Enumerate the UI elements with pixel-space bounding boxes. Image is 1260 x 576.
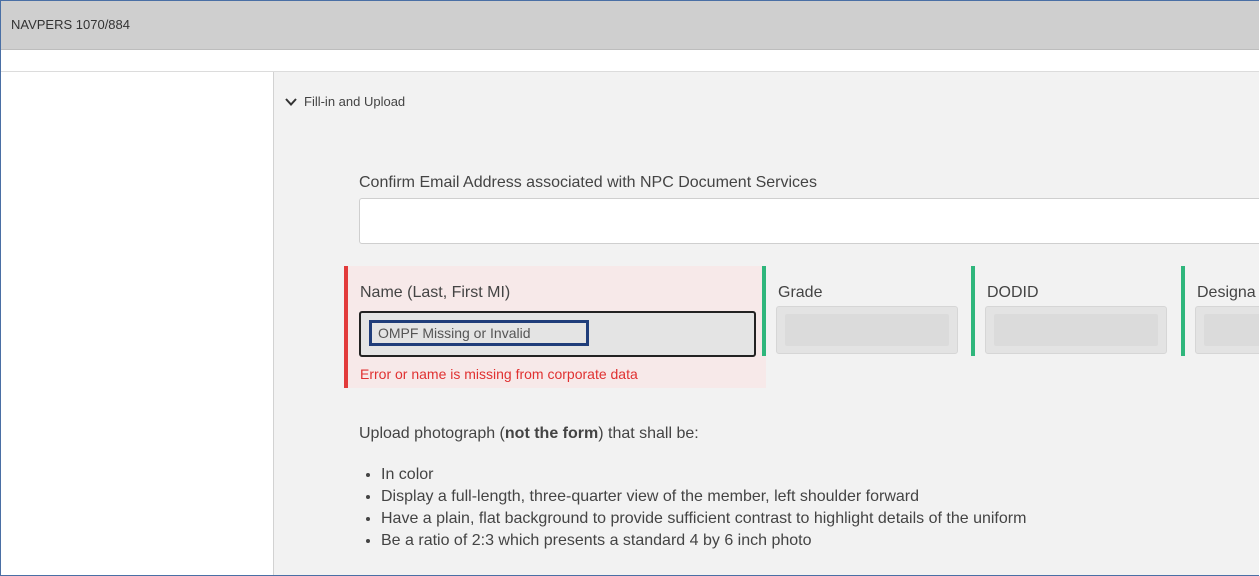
name-field-group: Name (Last, First MI) OMPF Missing or In… bbox=[344, 266, 766, 388]
designator-field-group: Designa bbox=[1181, 266, 1259, 356]
grade-label: Grade bbox=[778, 284, 823, 301]
upload-emphasis: not the form bbox=[504, 425, 599, 442]
name-input[interactable]: OMPF Missing or Invalid bbox=[359, 311, 756, 357]
list-item: Be a ratio of 2:3 which presents a stand… bbox=[381, 530, 1026, 552]
name-error-message: Error or name is missing from corporate … bbox=[360, 366, 638, 382]
photo-requirements-list: In color Display a full-length, three-qu… bbox=[359, 464, 1026, 552]
left-panel bbox=[1, 72, 274, 575]
designator-input[interactable] bbox=[1195, 306, 1259, 354]
toolbar-spacer bbox=[1, 50, 1259, 72]
name-value-highlight: OMPF Missing or Invalid bbox=[369, 320, 589, 346]
grade-field-group: Grade bbox=[762, 266, 958, 356]
grade-input[interactable] bbox=[776, 306, 958, 354]
app-frame: NAVPERS 1070/884 Fill-in and Upload Conf… bbox=[0, 0, 1259, 576]
list-item: In color bbox=[381, 464, 1026, 486]
dodid-field-group: DODID bbox=[971, 266, 1167, 356]
name-label: Name (Last, First MI) bbox=[360, 284, 511, 301]
list-item: Have a plain, flat background to provide… bbox=[381, 508, 1026, 530]
dodid-label: DODID bbox=[987, 284, 1039, 301]
chevron-down-icon bbox=[285, 97, 297, 106]
dodid-input[interactable] bbox=[985, 306, 1167, 354]
form-header: NAVPERS 1070/884 bbox=[1, 1, 1259, 50]
section-label: Fill-in and Upload bbox=[304, 94, 406, 109]
list-item: Display a full-length, three-quarter vie… bbox=[381, 486, 1026, 508]
email-input[interactable] bbox=[359, 198, 1259, 244]
form-title: NAVPERS 1070/884 bbox=[11, 17, 130, 32]
email-label: Confirm Email Address associated with NP… bbox=[359, 174, 817, 191]
upload-instructions: Upload photograph (not the form) that sh… bbox=[359, 425, 699, 442]
designator-label: Designa bbox=[1197, 284, 1256, 301]
main-content: Fill-in and Upload Confirm Email Address… bbox=[274, 72, 1259, 575]
section-toggle-fill-in-upload[interactable]: Fill-in and Upload bbox=[284, 94, 405, 109]
